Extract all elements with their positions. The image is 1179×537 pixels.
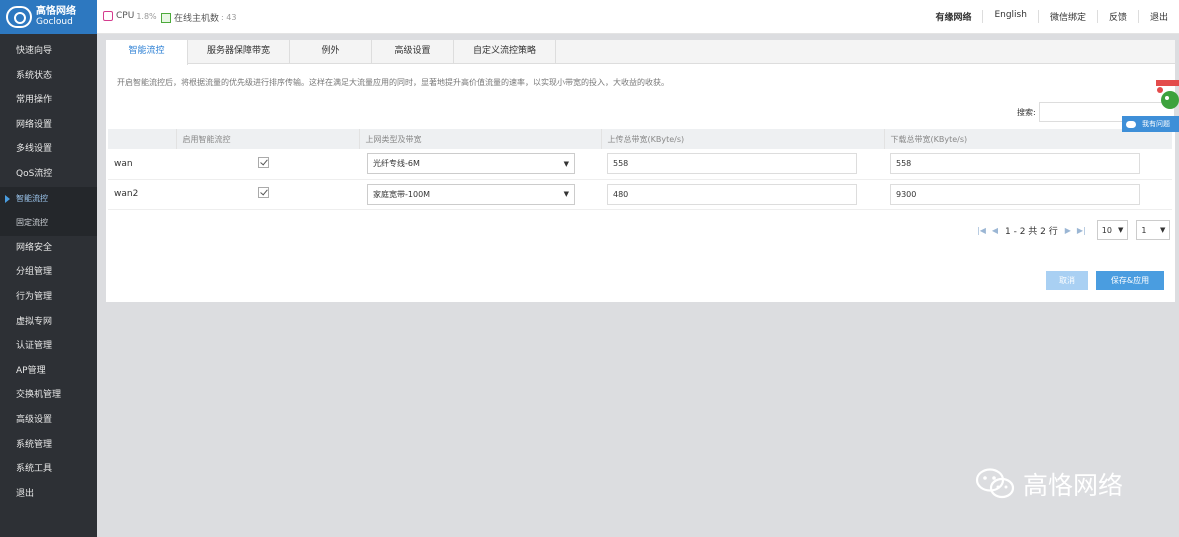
floating-mascot-icon[interactable] bbox=[1154, 78, 1179, 114]
cloud-icon bbox=[1126, 120, 1136, 128]
row-wan-name: wan bbox=[108, 149, 176, 180]
enable-checkbox[interactable] bbox=[258, 156, 269, 168]
sidebar-item-behavior[interactable]: 行为管理 bbox=[0, 285, 97, 310]
brand-name-cn: 高恪网络 bbox=[36, 6, 76, 17]
first-page-icon[interactable]: |◀ bbox=[977, 226, 986, 235]
cloud-logo-icon bbox=[6, 6, 32, 28]
prev-page-icon[interactable]: ◀ bbox=[992, 226, 998, 235]
page-size-select[interactable]: 10 ▼ bbox=[1096, 220, 1129, 240]
tab-bar: 智能流控 服务器保障带宽 例外 高级设置 自定义流控策略 bbox=[106, 40, 1175, 65]
dropdown-arrow-icon: ▼ bbox=[563, 159, 569, 168]
brand-name-en: Gocloud bbox=[36, 17, 73, 27]
sidebar-item-fixed-qos[interactable]: 固定流控 bbox=[0, 211, 97, 236]
sidebar-item-ap[interactable]: AP管理 bbox=[0, 359, 97, 384]
save-apply-button[interactable]: 保存&应用 bbox=[1096, 271, 1164, 290]
sidebar-item-network[interactable]: 网络设置 bbox=[0, 113, 97, 138]
sidebar-item-common[interactable]: 常用操作 bbox=[0, 88, 97, 113]
top-links: 有缘网络 English 微信绑定 反馈 退出 bbox=[924, 10, 1179, 23]
cancel-button[interactable]: 取消 bbox=[1046, 271, 1088, 290]
table-row: wan2 家庭宽带-100M ▼ 480 9300 bbox=[108, 179, 1172, 210]
col-header-enable: 启用智能流控 bbox=[175, 129, 359, 149]
sidebar-item-exit[interactable]: 退出 bbox=[0, 482, 97, 507]
watermark: 高恪网络 bbox=[975, 466, 1123, 502]
enable-checkbox[interactable] bbox=[258, 187, 269, 198]
brand-logo[interactable]: 高恪网络 Gocloud bbox=[0, 0, 97, 34]
cpu-label: CPU bbox=[116, 11, 135, 21]
download-input[interactable]: 9300 bbox=[890, 183, 1140, 205]
table-header-row: 启用智能流控 上网类型及带宽 上传总带宽(KByte/s) 下载总带宽(KByt… bbox=[108, 129, 1172, 149]
sidebar-item-groups[interactable]: 分组管理 bbox=[0, 260, 97, 285]
line-type-value: 家庭宽带-100M bbox=[373, 189, 431, 199]
watermark-text: 高恪网络 bbox=[1023, 471, 1124, 500]
sidebar-item-smart-qos[interactable]: 智能流控 bbox=[0, 186, 97, 212]
tab-exception[interactable]: 例外 bbox=[290, 40, 372, 63]
top-bar: 高恪网络 Gocloud CPU 1.8% 在线主机数 : 43 有缘网络 En… bbox=[0, 0, 1179, 34]
next-page-icon[interactable]: ▶ bbox=[1065, 226, 1071, 235]
col-header-name bbox=[108, 129, 176, 149]
sidebar-item-qos[interactable]: QoS流控 bbox=[0, 162, 97, 187]
sidebar-item-vpn[interactable]: 虚拟专网 bbox=[0, 310, 97, 335]
table-row: wan 光纤专线-6M ▼ 558 558 bbox=[108, 149, 1172, 180]
top-link-network[interactable]: 有缘网络 bbox=[924, 10, 982, 23]
hosts-label: 在线主机数 bbox=[174, 14, 220, 24]
cpu-status: CPU 1.8% bbox=[103, 11, 157, 21]
top-link-wechat[interactable]: 微信绑定 bbox=[1037, 10, 1097, 23]
download-input[interactable]: 558 bbox=[890, 153, 1140, 175]
row-wan2-name: wan2 bbox=[108, 179, 176, 210]
upload-input[interactable]: 480 bbox=[607, 183, 857, 205]
col-header-download: 下载总带宽(KByte/s) bbox=[883, 129, 1172, 149]
page-number-select[interactable]: 1 ▼ bbox=[1136, 220, 1171, 240]
sidebar-item-advanced[interactable]: 高级设置 bbox=[0, 408, 97, 433]
line-type-select[interactable]: 家庭宽带-100M ▼ bbox=[367, 183, 575, 205]
cpu-icon bbox=[103, 11, 113, 21]
top-link-feedback[interactable]: 反馈 bbox=[1096, 10, 1138, 23]
dropdown-arrow-icon: ▼ bbox=[563, 190, 569, 198]
sidebar: 快速向导 系统状态 常用操作 网络设置 多线设置 QoS流控 智能流控 固定流控… bbox=[0, 34, 97, 537]
sidebar-item-switch[interactable]: 交换机管理 bbox=[0, 383, 97, 408]
tab-custom-policy[interactable]: 自定义流控策略 bbox=[454, 40, 556, 63]
tab-advanced[interactable]: 高级设置 bbox=[372, 40, 454, 63]
upload-input[interactable]: 558 bbox=[607, 153, 857, 175]
cpu-value: 1.8% bbox=[136, 11, 157, 21]
pagination-info: 1 - 2 共 2 行 bbox=[1005, 226, 1058, 237]
wechat-icon bbox=[975, 468, 1015, 499]
dropdown-arrow-icon: ▼ bbox=[1117, 226, 1124, 234]
monitor-icon bbox=[161, 12, 171, 23]
line-type-value: 光纤专线-6M bbox=[373, 159, 420, 169]
sidebar-item-security[interactable]: 网络安全 bbox=[0, 236, 97, 261]
dropdown-arrow-icon: ▼ bbox=[1159, 226, 1166, 234]
sidebar-item-auth[interactable]: 认证管理 bbox=[0, 334, 97, 359]
help-widget[interactable]: 我有问题 bbox=[1122, 116, 1179, 132]
hosts-status: 在线主机数 : 43 bbox=[161, 11, 236, 24]
tab-smart-qos[interactable]: 智能流控 bbox=[106, 40, 188, 65]
line-type-select[interactable]: 光纤专线-6M ▼ bbox=[367, 153, 575, 175]
help-widget-label: 我有问题 bbox=[1142, 120, 1170, 128]
page-number-value: 1 bbox=[1141, 225, 1147, 235]
hosts-value: : 43 bbox=[221, 13, 237, 22]
sidebar-item-multiline[interactable]: 多线设置 bbox=[0, 137, 97, 162]
pagination: |◀ ◀ 1 - 2 共 2 行 ▶ ▶| 10 ▼ 1 ▼ bbox=[974, 220, 1171, 240]
qos-table: 启用智能流控 上网类型及带宽 上传总带宽(KByte/s) 下载总带宽(KByt… bbox=[108, 129, 1172, 210]
sidebar-item-status[interactable]: 系统状态 bbox=[0, 64, 97, 89]
tab-server-bandwidth[interactable]: 服务器保障带宽 bbox=[188, 40, 290, 63]
col-header-upload: 上传总带宽(KByte/s) bbox=[600, 129, 884, 149]
sidebar-item-wizard[interactable]: 快速向导 bbox=[0, 39, 97, 64]
top-link-english[interactable]: English bbox=[982, 10, 1038, 23]
description-text: 开启智能流控后，将根据流量的优先级进行排序传输。这样在满足大流量应用的同时，显著… bbox=[117, 78, 669, 87]
col-header-type: 上网类型及带宽 bbox=[358, 129, 601, 149]
sidebar-item-tools[interactable]: 系统工具 bbox=[0, 457, 97, 482]
main-panel: 智能流控 服务器保障带宽 例外 高级设置 自定义流控策略 开启智能流控后，将根据… bbox=[106, 40, 1175, 302]
search-label: 搜索: bbox=[1017, 108, 1036, 117]
last-page-icon[interactable]: ▶| bbox=[1077, 226, 1086, 235]
page-size-value: 10 bbox=[1101, 225, 1112, 235]
sidebar-item-system[interactable]: 系统管理 bbox=[0, 433, 97, 458]
top-link-logout[interactable]: 退出 bbox=[1137, 10, 1179, 23]
